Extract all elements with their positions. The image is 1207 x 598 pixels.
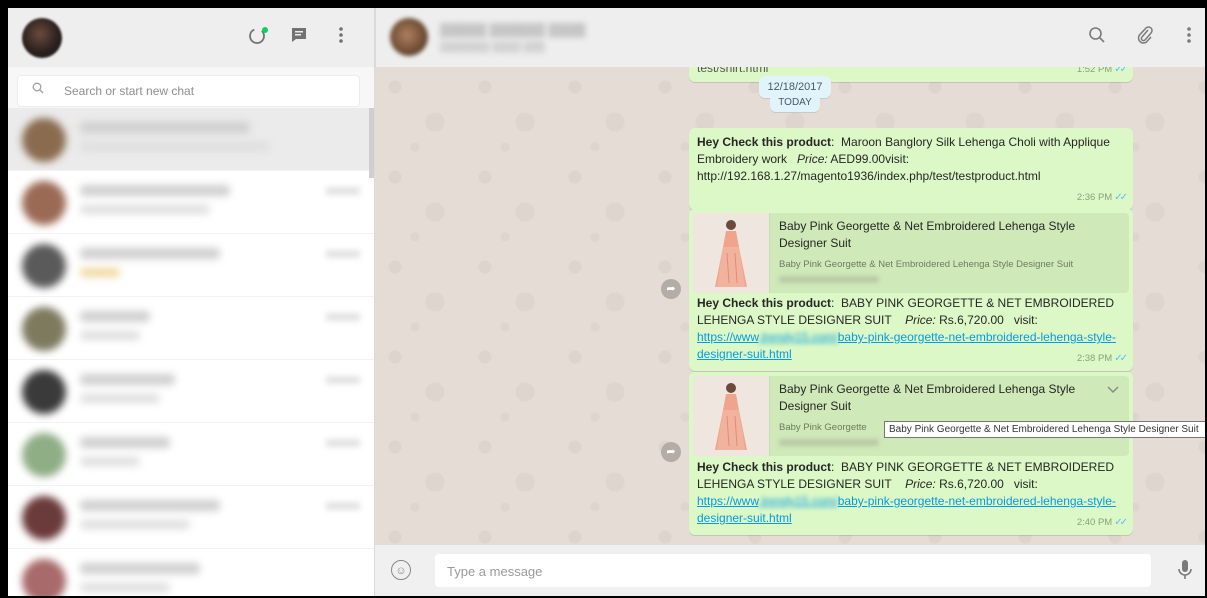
search-icon	[32, 82, 44, 97]
preview-title: Baby Pink Georgette & Net Embroidered Le…	[779, 219, 1076, 250]
search-box	[17, 75, 360, 107]
avatar	[22, 244, 66, 288]
link-preview[interactable]: Baby Pink Georgette & Net Embroidered Le…	[693, 376, 1129, 456]
message-composer: ☺	[375, 545, 1205, 596]
message-meta: 2:36 PM ✓✓	[1076, 192, 1128, 203]
message-input[interactable]	[445, 554, 1139, 589]
contact-status: ▒▒▒▒▒▒▒ ▒▒▒▒ ▒▒▒	[440, 42, 545, 53]
chat-list-item[interactable]	[8, 171, 374, 234]
product-thumbnail	[693, 376, 770, 456]
forward-icon[interactable]: ➦	[661, 442, 681, 462]
message-text: Hey Check this product: BABY PINK GEORGE…	[697, 296, 1116, 361]
preview-description: Baby Pink Georgette & Net Embroidered Le…	[779, 259, 1074, 270]
status-icon[interactable]	[244, 25, 270, 51]
search-input[interactable]	[62, 76, 356, 106]
message-text: Hey Check this product: BABY PINK GEORGE…	[697, 460, 1116, 525]
preview-description: Baby Pink Georgette	[779, 422, 867, 433]
chat-list-item[interactable]	[8, 423, 374, 486]
message-meta: 2:38 PM ✓✓	[1076, 353, 1128, 364]
chat-list-item[interactable]	[8, 108, 374, 171]
read-ticks-icon: ✓✓	[1114, 353, 1128, 364]
message-bubble[interactable]: Hey Check this product: Maroon Banglory …	[689, 128, 1133, 210]
avatar	[22, 181, 66, 225]
message-link[interactable]: https://www.trendy15.com/baby-pink-georg…	[697, 494, 1116, 525]
chat-list	[8, 108, 374, 596]
avatar	[22, 559, 66, 596]
contact-name: ▒▒▒▒▒ ▒▒▒▒▒▒ ▒▒▒▒	[440, 22, 586, 37]
contact-avatar[interactable]	[390, 18, 428, 56]
chat-list-item[interactable]	[8, 234, 374, 297]
chat-list-item[interactable]	[8, 486, 374, 549]
avatar	[22, 118, 66, 162]
chat-list-item[interactable]	[8, 360, 374, 423]
sidebar-scrollbar[interactable]	[369, 108, 374, 178]
sidebar-header	[8, 8, 374, 67]
menu-icon[interactable]	[1176, 25, 1202, 51]
chevron-down-icon[interactable]	[1107, 382, 1119, 399]
avatar	[22, 433, 66, 477]
chat-list-item[interactable]	[8, 549, 374, 596]
emoji-icon[interactable]: ☺	[391, 560, 411, 580]
attach-icon[interactable]	[1132, 25, 1158, 51]
whatsapp-web-window: ▒▒▒▒▒ ▒▒▒▒▒▒ ▒▒▒▒ ▒▒▒▒▒▒▒ ▒▒▒▒ ▒▒▒ test/…	[8, 8, 1205, 596]
new-chat-icon[interactable]	[286, 25, 312, 51]
message-url[interactable]: http://192.168.1.27/magento1936/index.ph…	[697, 169, 1041, 183]
product-thumbnail	[693, 213, 770, 293]
message-input-box	[435, 554, 1151, 589]
read-ticks-icon: ✓✓	[1114, 192, 1128, 203]
microphone-icon[interactable]	[1175, 558, 1195, 582]
message-link[interactable]: https://www.trendy15.com/baby-pink-georg…	[697, 330, 1116, 361]
chat-list-item[interactable]	[8, 297, 374, 360]
today-divider: TODAY	[770, 94, 820, 112]
message-bubble[interactable]: Baby Pink Georgette & Net Embroidered Le…	[689, 372, 1133, 535]
preview-url	[779, 439, 879, 446]
avatar	[22, 370, 66, 414]
search-icon[interactable]	[1084, 25, 1110, 51]
profile-avatar[interactable]	[22, 18, 62, 58]
forward-icon[interactable]: ➦	[661, 279, 681, 299]
conversation-panel: ▒▒▒▒▒ ▒▒▒▒▒▒ ▒▒▒▒ ▒▒▒▒▒▒▒ ▒▒▒▒ ▒▒▒ test/…	[375, 8, 1205, 596]
preview-url	[779, 276, 879, 283]
menu-icon[interactable]	[328, 25, 354, 51]
message-meta: 2:40 PM ✓✓	[1076, 517, 1128, 528]
sidebar	[8, 8, 375, 596]
preview-title: Baby Pink Georgette & Net Embroidered Le…	[779, 382, 1076, 413]
avatar	[22, 307, 66, 351]
message-bubble[interactable]: Baby Pink Georgette & Net Embroidered Le…	[689, 209, 1133, 371]
message-text: Hey Check this product: Maroon Banglory …	[697, 135, 1110, 183]
conversation-header[interactable]: ▒▒▒▒▒ ▒▒▒▒▒▒ ▒▒▒▒ ▒▒▒▒▒▒▒ ▒▒▒▒ ▒▒▒	[375, 8, 1205, 67]
link-preview[interactable]: Baby Pink Georgette & Net Embroidered Le…	[693, 213, 1129, 293]
avatar	[22, 496, 66, 540]
tooltip: Baby Pink Georgette & Net Embroidered Le…	[884, 421, 1205, 438]
read-ticks-icon: ✓✓	[1114, 517, 1128, 528]
